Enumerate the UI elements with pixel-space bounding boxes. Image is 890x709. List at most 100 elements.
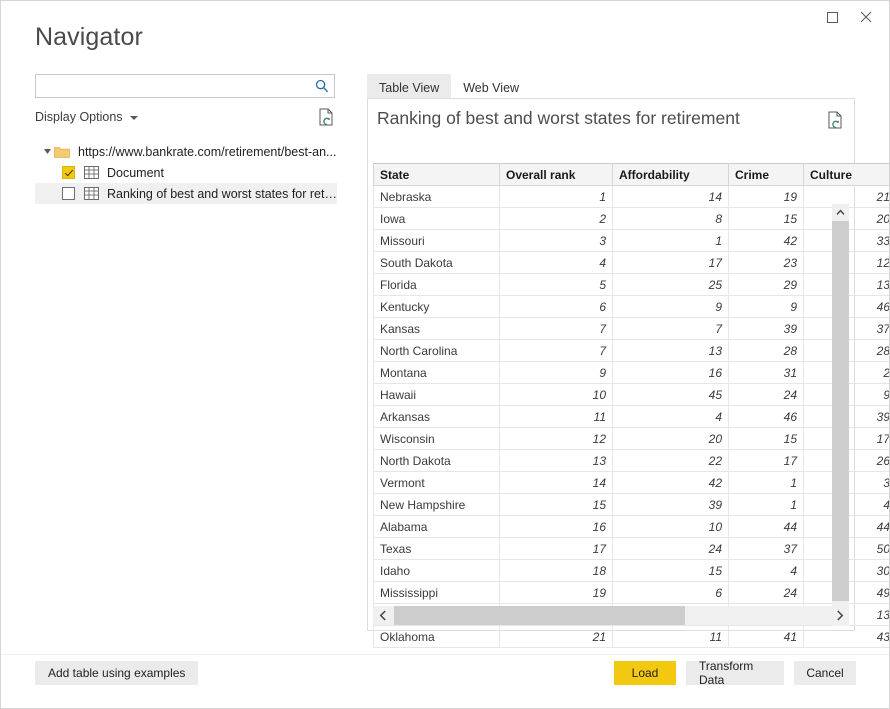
horizontal-scrollbar[interactable]	[373, 606, 849, 625]
cell-value[interactable]: 3	[500, 230, 613, 252]
table-row[interactable]: Mississippi1962449	[374, 582, 890, 604]
column-header-overall-rank[interactable]: Overall rank	[500, 164, 613, 186]
cell-value[interactable]: 8	[613, 208, 729, 230]
table-row[interactable]: Alabama16104444	[374, 516, 890, 538]
cell-value[interactable]: 19	[500, 582, 613, 604]
cell-state[interactable]: North Carolina	[374, 340, 500, 362]
cell-value[interactable]: 4	[729, 560, 804, 582]
table-row[interactable]: Arkansas1144639	[374, 406, 890, 428]
cell-value[interactable]: 1	[729, 494, 804, 516]
cell-value[interactable]: 17	[613, 252, 729, 274]
cell-value[interactable]: 39	[613, 494, 729, 516]
close-button[interactable]	[849, 5, 883, 29]
cell-value[interactable]: 25	[613, 274, 729, 296]
cell-value[interactable]: 39	[729, 318, 804, 340]
cell-value[interactable]: 14	[613, 186, 729, 208]
cell-value[interactable]: 14	[500, 472, 613, 494]
column-header-state[interactable]: State	[374, 164, 500, 186]
table-row[interactable]: South Dakota4172312	[374, 252, 890, 274]
cell-value[interactable]: 44	[729, 516, 804, 538]
cell-value[interactable]: 18	[500, 560, 613, 582]
cell-value[interactable]: 1	[613, 230, 729, 252]
table-row[interactable]: Vermont144213	[374, 472, 890, 494]
cell-value[interactable]: 15	[729, 428, 804, 450]
cell-state[interactable]: Vermont	[374, 472, 500, 494]
tree-item-ranking-table[interactable]: Ranking of best and worst states for ret…	[35, 183, 337, 204]
cell-value[interactable]: 9	[500, 362, 613, 384]
refresh-document-icon[interactable]	[825, 110, 845, 132]
tab-web-view[interactable]: Web View	[451, 74, 531, 98]
cell-state[interactable]: Nebraska	[374, 186, 500, 208]
table-row[interactable]: Iowa281520	[374, 208, 890, 230]
cell-value[interactable]: 10	[500, 384, 613, 406]
cell-value[interactable]: 16	[500, 516, 613, 538]
cell-value[interactable]: 42	[613, 472, 729, 494]
cell-value[interactable]: 4	[500, 252, 613, 274]
cell-value[interactable]: 17	[729, 450, 804, 472]
cell-value[interactable]: 31	[729, 362, 804, 384]
cell-value[interactable]: 13	[613, 340, 729, 362]
vertical-scroll-thumb[interactable]	[832, 221, 849, 601]
cell-value[interactable]: 13	[500, 450, 613, 472]
table-row[interactable]: Oklahoma21114143	[374, 626, 890, 648]
cell-state[interactable]: Kentucky	[374, 296, 500, 318]
table-row[interactable]: Hawaii1045249	[374, 384, 890, 406]
cell-value[interactable]: 20	[613, 428, 729, 450]
table-row[interactable]: Wisconsin12201517	[374, 428, 890, 450]
refresh-document-icon[interactable]	[316, 107, 336, 129]
cell-value[interactable]: 19	[729, 186, 804, 208]
column-header-crime[interactable]: Crime	[729, 164, 804, 186]
vertical-scrollbar[interactable]	[832, 204, 849, 626]
cell-value[interactable]: 11	[500, 406, 613, 428]
cell-value[interactable]: 10	[613, 516, 729, 538]
cell-value[interactable]: 45	[613, 384, 729, 406]
cell-value[interactable]: 9	[729, 296, 804, 318]
cell-state[interactable]: Wisconsin	[374, 428, 500, 450]
tree-item-document[interactable]: Document	[35, 162, 337, 183]
table-row[interactable]: Missouri314233	[374, 230, 890, 252]
cell-value[interactable]: 15	[729, 208, 804, 230]
tree-checkbox-ranking-table[interactable]	[62, 187, 75, 200]
scroll-left-button[interactable]	[373, 606, 392, 625]
cell-state[interactable]: Florida	[374, 274, 500, 296]
table-row[interactable]: North Dakota13221726	[374, 450, 890, 472]
table-row[interactable]: New Hampshire153914	[374, 494, 890, 516]
table-row[interactable]: Florida5252913	[374, 274, 890, 296]
search-box[interactable]	[35, 74, 335, 98]
add-table-using-examples-button[interactable]: Add table using examples	[35, 661, 198, 685]
table-row[interactable]: North Carolina7132828	[374, 340, 890, 362]
expander-collapse-icon[interactable]	[40, 147, 54, 156]
table-row[interactable]: Kansas773937	[374, 318, 890, 340]
cell-value[interactable]: 9	[613, 296, 729, 318]
cell-value[interactable]: 37	[729, 538, 804, 560]
cell-value[interactable]: 15	[613, 560, 729, 582]
cell-value[interactable]: 11	[613, 626, 729, 648]
cell-value[interactable]: 1	[729, 472, 804, 494]
cell-value[interactable]: 15	[500, 494, 613, 516]
cell-value[interactable]: 16	[613, 362, 729, 384]
cell-state[interactable]: Montana	[374, 362, 500, 384]
cell-value[interactable]: 42	[729, 230, 804, 252]
cell-state[interactable]: North Dakota	[374, 450, 500, 472]
cell-value[interactable]: 22	[613, 450, 729, 472]
maximize-button[interactable]	[815, 5, 849, 29]
cell-value[interactable]: 4	[613, 406, 729, 428]
column-header-affordability[interactable]: Affordability	[613, 164, 729, 186]
cell-value[interactable]: 41	[729, 626, 804, 648]
cell-value[interactable]: 29	[729, 274, 804, 296]
cell-state[interactable]: Missouri	[374, 230, 500, 252]
cell-state[interactable]: Arkansas	[374, 406, 500, 428]
table-row[interactable]: Nebraska1141921	[374, 186, 890, 208]
cell-state[interactable]: Alabama	[374, 516, 500, 538]
tab-table-view[interactable]: Table View	[367, 74, 451, 98]
cell-value[interactable]: 24	[729, 384, 804, 406]
scroll-up-button[interactable]	[832, 204, 849, 221]
transform-data-button[interactable]: Transform Data	[686, 661, 784, 685]
table-row[interactable]: Texas17243750	[374, 538, 890, 560]
scroll-right-button[interactable]	[830, 606, 849, 625]
cell-state[interactable]: South Dakota	[374, 252, 500, 274]
column-header-culture[interactable]: Culture	[804, 164, 890, 186]
cell-value[interactable]: 24	[613, 538, 729, 560]
cell-value[interactable]: 7	[613, 318, 729, 340]
cell-state[interactable]: New Hampshire	[374, 494, 500, 516]
